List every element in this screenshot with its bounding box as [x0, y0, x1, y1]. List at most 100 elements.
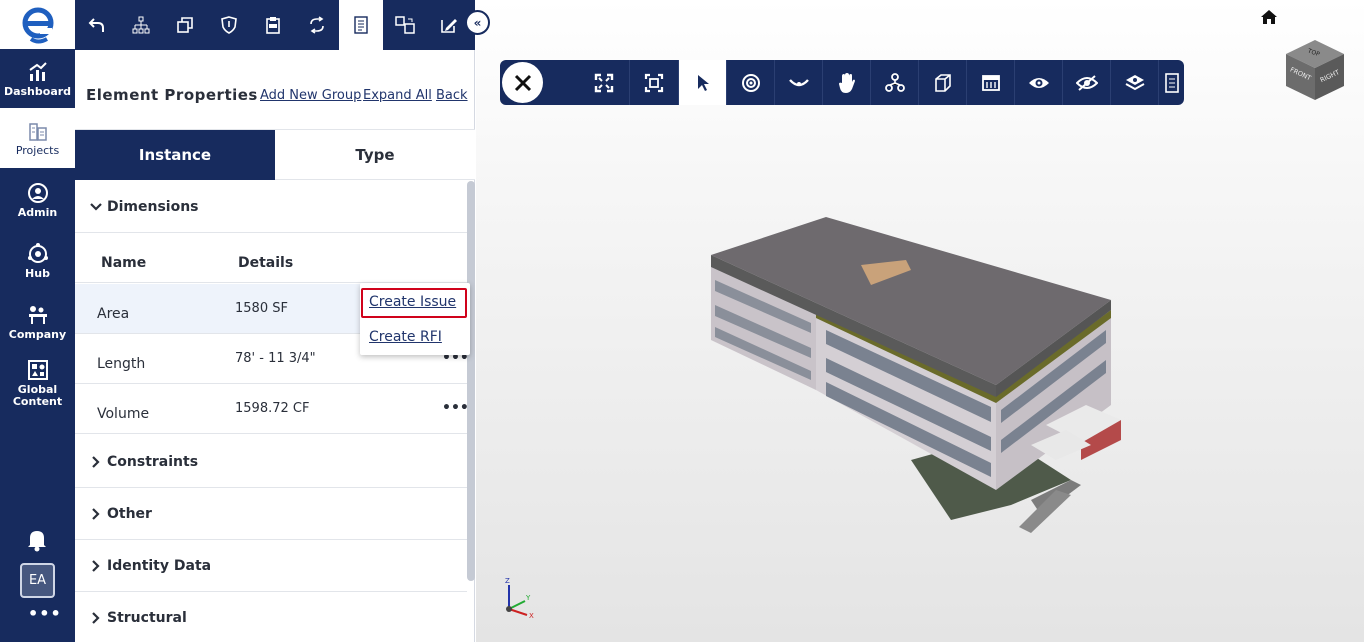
- tab-instance[interactable]: Instance: [75, 130, 275, 180]
- home-icon: [1261, 10, 1277, 24]
- property-name: Area: [97, 306, 130, 322]
- property-value: 1580 SF: [235, 301, 288, 316]
- sync-button[interactable]: [295, 0, 339, 50]
- nav-label: Company: [8, 327, 67, 341]
- table-row: Volume 1598.72 CF •••: [75, 384, 469, 434]
- building-model[interactable]: [701, 215, 1171, 539]
- cube-view-button[interactable]: [918, 60, 966, 105]
- admin-icon: [27, 182, 48, 203]
- look-around-button[interactable]: [774, 60, 822, 105]
- bell-icon: [28, 531, 46, 552]
- more-options[interactable]: •••: [28, 604, 62, 623]
- row-context-menu: Create Issue Create RFI: [360, 283, 470, 355]
- tab-type[interactable]: Type: [275, 130, 475, 180]
- section-plane-button[interactable]: [966, 60, 1014, 105]
- section-structural[interactable]: Structural: [75, 592, 467, 642]
- undo-button[interactable]: [75, 0, 119, 50]
- sync-icon: [310, 16, 324, 34]
- notifications-bell[interactable]: [26, 528, 48, 556]
- eye-slash-icon: [1075, 74, 1098, 91]
- z-axis-label: Z: [505, 577, 510, 585]
- section-dimensions[interactable]: Dimensions: [75, 181, 467, 233]
- copy-view-button[interactable]: [163, 0, 207, 50]
- nav-company[interactable]: Company: [0, 292, 75, 352]
- add-new-group-link[interactable]: Add New Group: [260, 88, 361, 103]
- create-issue-option[interactable]: Create Issue: [369, 294, 456, 310]
- fit-view-icon: [644, 73, 663, 92]
- view-cube[interactable]: TOP FRONT RIGHT: [1284, 36, 1346, 106]
- close-icon: [514, 74, 531, 91]
- show-all-button[interactable]: [1014, 60, 1062, 105]
- nav-label: Dashboard: [3, 84, 72, 98]
- x-axis-label: X: [529, 612, 534, 620]
- layers-button[interactable]: [1110, 60, 1158, 105]
- document-icon: [354, 16, 368, 34]
- chevron-right-icon: [92, 612, 100, 624]
- chevron-right-icon: [92, 507, 100, 520]
- panel-toolbar: [75, 0, 475, 50]
- rfi-clipboard-icon: [266, 17, 280, 34]
- nav-projects[interactable]: Projects: [0, 108, 75, 168]
- nav-global-content[interactable]: Global Content: [0, 352, 75, 414]
- fit-view-button[interactable]: [629, 60, 677, 105]
- chart-icon: [28, 61, 47, 81]
- copy-icon: [177, 17, 193, 33]
- hierarchy-icon: [132, 16, 150, 34]
- pan-button[interactable]: [822, 60, 870, 105]
- shield-button[interactable]: [207, 0, 251, 50]
- fullscreen-button[interactable]: [580, 60, 628, 105]
- section-constraints[interactable]: Constraints: [75, 436, 467, 488]
- document-icon: [1164, 72, 1179, 93]
- cursor-icon: [697, 74, 709, 91]
- section-box-button[interactable]: [870, 60, 918, 105]
- hide-button[interactable]: [1062, 60, 1110, 105]
- compare-button[interactable]: [383, 0, 427, 50]
- section-label: Dimensions: [107, 198, 199, 215]
- app-logo[interactable]: [0, 0, 75, 49]
- property-value: 1598.72 CF: [235, 401, 310, 416]
- logo-icon: [22, 7, 53, 43]
- home-button[interactable]: [1260, 9, 1278, 29]
- panel-title: Element Properties: [86, 86, 258, 104]
- rfi-button[interactable]: [251, 0, 295, 50]
- section-plane-icon: [981, 74, 1000, 91]
- panel-header: Element Properties Add New Group Expand …: [75, 50, 475, 130]
- nav-hub[interactable]: Hub: [0, 231, 75, 291]
- section-label: Other: [107, 505, 152, 522]
- user-avatar[interactable]: EA: [20, 563, 55, 598]
- chevron-right-icon: [92, 455, 100, 468]
- cube-icon: [934, 73, 951, 92]
- chevron-right-icon: [92, 559, 100, 572]
- collapse-panel-button[interactable]: «: [465, 10, 490, 35]
- create-rfi-option[interactable]: Create RFI: [369, 329, 442, 345]
- nav-admin[interactable]: Admin: [0, 170, 75, 230]
- component-tree-icon: [884, 72, 905, 92]
- properties-table-header: Name Details: [75, 233, 467, 283]
- select-tool-button[interactable]: [678, 60, 726, 105]
- expand-all-link[interactable]: Expand All: [363, 88, 432, 103]
- back-link[interactable]: Back: [436, 88, 468, 103]
- hub-icon: [27, 242, 48, 263]
- global-content-icon: [27, 359, 48, 380]
- orbit-button[interactable]: [726, 60, 774, 105]
- section-label: Constraints: [107, 453, 199, 470]
- nav-dashboard[interactable]: Dashboard: [0, 49, 75, 109]
- axes-icon: Z Y X: [505, 577, 534, 620]
- section-identity-data[interactable]: Identity Data: [75, 540, 467, 592]
- layers-icon: [1125, 74, 1144, 90]
- properties-button[interactable]: [339, 0, 383, 50]
- orbit-icon: [741, 73, 760, 92]
- hierarchy-button[interactable]: [119, 0, 163, 50]
- row-more-button[interactable]: •••: [442, 400, 469, 416]
- panel-scrollbar[interactable]: [467, 181, 475, 581]
- section-other[interactable]: Other: [75, 488, 467, 540]
- viewer-toolbar: [500, 60, 1184, 105]
- nav-label: Global Content: [12, 382, 63, 408]
- close-viewer-button[interactable]: [502, 62, 543, 103]
- chevron-down-icon: [90, 202, 102, 211]
- nav-label: Projects: [15, 143, 60, 157]
- properties-view-button[interactable]: [1158, 60, 1184, 105]
- nav-label: Admin: [17, 205, 58, 219]
- fullscreen-icon: [594, 73, 614, 92]
- model-viewer[interactable]: TOP FRONT RIGHT Z Y X: [476, 0, 1364, 642]
